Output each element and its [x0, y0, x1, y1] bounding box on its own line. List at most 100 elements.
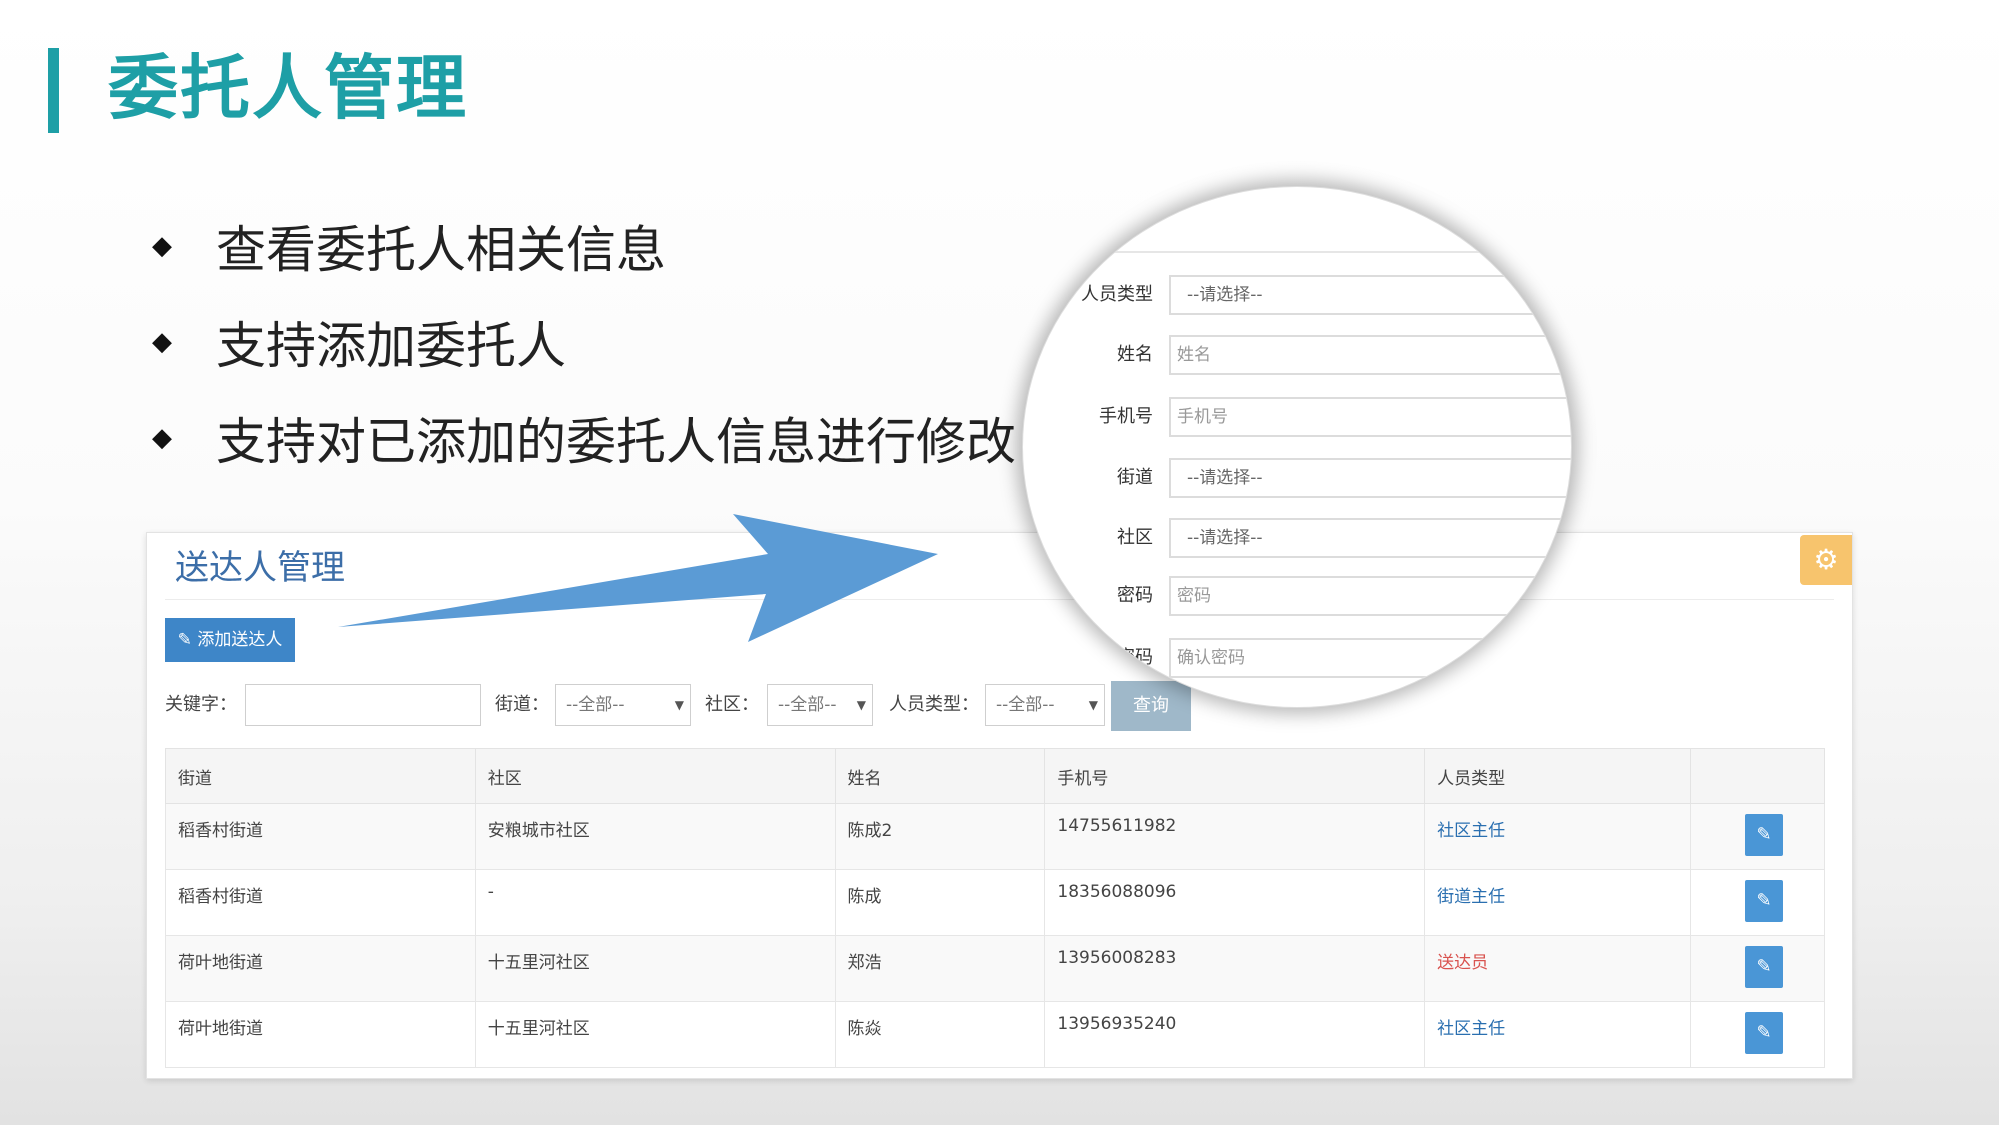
filter-row: 关键字： 街道： --全部-- ▼ 社区： --全部-- ▼ 人员类型： --全…	[165, 681, 1365, 731]
cell-phone: 13956935240	[1044, 1001, 1426, 1068]
confirm-password-input[interactable]: 确认密码	[1169, 638, 1571, 678]
feature-list: ◆ 查看委托人相关信息 ◆ 支持添加委托人 ◆ 支持对已添加的委托人信息进行修改	[152, 198, 1016, 486]
column-header-community[interactable]: 社区	[474, 748, 836, 804]
column-header-actions	[1689, 748, 1826, 804]
cell-street: 稻香村街道	[165, 869, 476, 936]
cell-phone: 13956008283	[1044, 935, 1426, 1002]
community-select-value: --全部--	[778, 695, 837, 715]
name-input[interactable]: 姓名	[1169, 335, 1571, 375]
pencil-icon: ✎	[1756, 890, 1772, 911]
street-select[interactable]: --全部-- ▼	[555, 684, 691, 726]
community-select[interactable]: --全部-- ▼	[767, 684, 873, 726]
feature-text: 支持对已添加的委托人信息进行修改	[216, 413, 1016, 471]
table-header-row: 街道 社区 姓名 手机号 人员类型	[165, 748, 1826, 804]
pencil-icon: ✎	[1756, 824, 1772, 845]
edit-button[interactable]: ✎	[1744, 880, 1783, 922]
delivery-person-table: 街道 社区 姓名 手机号 人员类型 稻香村街道 安粮城市社区 陈成2 14755…	[165, 748, 1826, 1068]
keyword-label: 关键字：	[165, 694, 237, 715]
table-row: 荷叶地街道 十五里河社区 陈焱 13956935240 社区主任 ✎	[165, 1001, 1826, 1068]
community-label: 社区：	[705, 694, 759, 715]
caret-down-icon: ▼	[674, 698, 684, 712]
form-divider	[1023, 251, 1571, 253]
cell-community: 十五里河社区	[474, 1001, 836, 1068]
cell-actions: ✎	[1689, 935, 1826, 1002]
diamond-bullet-icon: ◆	[152, 327, 172, 357]
edit-square-icon: ✎	[177, 630, 192, 650]
form-label: 人员类型	[1081, 284, 1153, 305]
password-input[interactable]: 密码	[1169, 576, 1571, 616]
edit-button[interactable]: ✎	[1744, 1012, 1783, 1054]
form-row-password: 密码 密码	[1023, 574, 1571, 618]
cell-actions: ✎	[1689, 803, 1826, 870]
cell-phone: 14755611982	[1044, 803, 1426, 870]
cell-actions: ✎	[1689, 1001, 1826, 1068]
cell-street: 荷叶地街道	[165, 935, 476, 1002]
cell-street: 荷叶地街道	[165, 1001, 476, 1068]
pencil-icon: ✎	[1756, 956, 1772, 977]
table-row: 稻香村街道 - 陈成 18356088096 街道主任 ✎	[165, 869, 1826, 936]
cell-street: 稻香村街道	[165, 803, 476, 870]
pencil-icon: ✎	[1756, 1022, 1772, 1043]
street-label: 街道：	[495, 694, 549, 715]
form-row-name: 姓名 姓名	[1023, 333, 1571, 377]
form-row-confirm-password: 确认密码 确认密码	[1023, 636, 1571, 680]
form-row-person-type: 人员类型 --请选择--	[1023, 273, 1571, 317]
edit-button[interactable]: ✎	[1744, 946, 1783, 988]
cell-community: 安粮城市社区	[474, 803, 836, 870]
person-type-select[interactable]: --请选择--	[1169, 275, 1571, 315]
cell-person-type: 街道主任	[1424, 869, 1691, 936]
settings-gear-button[interactable]: ⚙	[1800, 535, 1852, 585]
feature-item: ◆ 支持对已添加的委托人信息进行修改	[152, 390, 1016, 486]
diamond-bullet-icon: ◆	[152, 423, 172, 453]
street-select[interactable]: --请选择--	[1169, 458, 1571, 498]
form-label: 手机号	[1099, 406, 1153, 427]
column-header-name[interactable]: 姓名	[834, 748, 1046, 804]
keyword-input[interactable]	[245, 684, 481, 726]
edit-button[interactable]: ✎	[1744, 814, 1783, 856]
query-button[interactable]: 查询	[1111, 681, 1191, 731]
diamond-bullet-icon: ◆	[152, 231, 172, 261]
form-label: 姓名	[1117, 344, 1153, 365]
panel-title: 送达人管理	[175, 548, 345, 588]
cell-person-type: 送达员	[1424, 935, 1691, 1002]
add-delivery-person-button[interactable]: ✎ 添加送达人	[165, 618, 295, 662]
column-header-person-type[interactable]: 人员类型	[1424, 748, 1691, 804]
table-row: 荷叶地街道 十五里河社区 郑浩 13956008283 送达员 ✎	[165, 935, 1826, 1002]
cell-name: 陈焱	[834, 1001, 1046, 1068]
cell-name: 郑浩	[834, 935, 1046, 1002]
cell-actions: ✎	[1689, 869, 1826, 936]
cell-name: 陈成2	[834, 803, 1046, 870]
column-header-street[interactable]: 街道	[165, 748, 476, 804]
gear-icon: ⚙	[1813, 543, 1839, 576]
form-row-community: 社区 --请选择--	[1023, 516, 1571, 560]
feature-text: 支持添加委托人	[216, 317, 566, 375]
caret-down-icon: ▼	[1088, 698, 1098, 712]
phone-input[interactable]: 手机号	[1169, 397, 1571, 437]
slide-title: 委托人管理	[108, 47, 468, 129]
cell-community: -	[474, 869, 836, 936]
person-type-select[interactable]: --全部-- ▼	[985, 684, 1105, 726]
feature-text: 查看委托人相关信息	[216, 221, 666, 279]
form-row-phone: 手机号 手机号	[1023, 395, 1571, 439]
add-button-label: 添加送达人	[197, 630, 283, 650]
community-select[interactable]: --请选择--	[1169, 518, 1571, 558]
cell-person-type: 社区主任	[1424, 1001, 1691, 1068]
form-label: 密码	[1117, 585, 1153, 606]
cell-community: 十五里河社区	[474, 935, 836, 1002]
form-label: 街道	[1117, 467, 1153, 488]
feature-item: ◆ 支持添加委托人	[152, 294, 1016, 390]
cell-phone: 18356088096	[1044, 869, 1426, 936]
magnified-form-view: 人员类型 --请选择-- 姓名 姓名 手机号 手机号 街道 --请选择-- 社区…	[1022, 186, 1572, 708]
cell-name: 陈成	[834, 869, 1046, 936]
person-type-select-value: --全部--	[996, 695, 1055, 715]
street-select-value: --全部--	[566, 695, 625, 715]
form-row-street: 街道 --请选择--	[1023, 456, 1571, 500]
form-label: 确认密码	[1081, 647, 1153, 668]
title-accent-bar	[48, 48, 59, 133]
caret-down-icon: ▼	[856, 698, 866, 712]
person-type-label: 人员类型：	[889, 694, 979, 715]
form-label: 社区	[1117, 527, 1153, 548]
feature-item: ◆ 查看委托人相关信息	[152, 198, 1016, 294]
table-row: 稻香村街道 安粮城市社区 陈成2 14755611982 社区主任 ✎	[165, 803, 1826, 870]
column-header-phone[interactable]: 手机号	[1044, 748, 1426, 804]
